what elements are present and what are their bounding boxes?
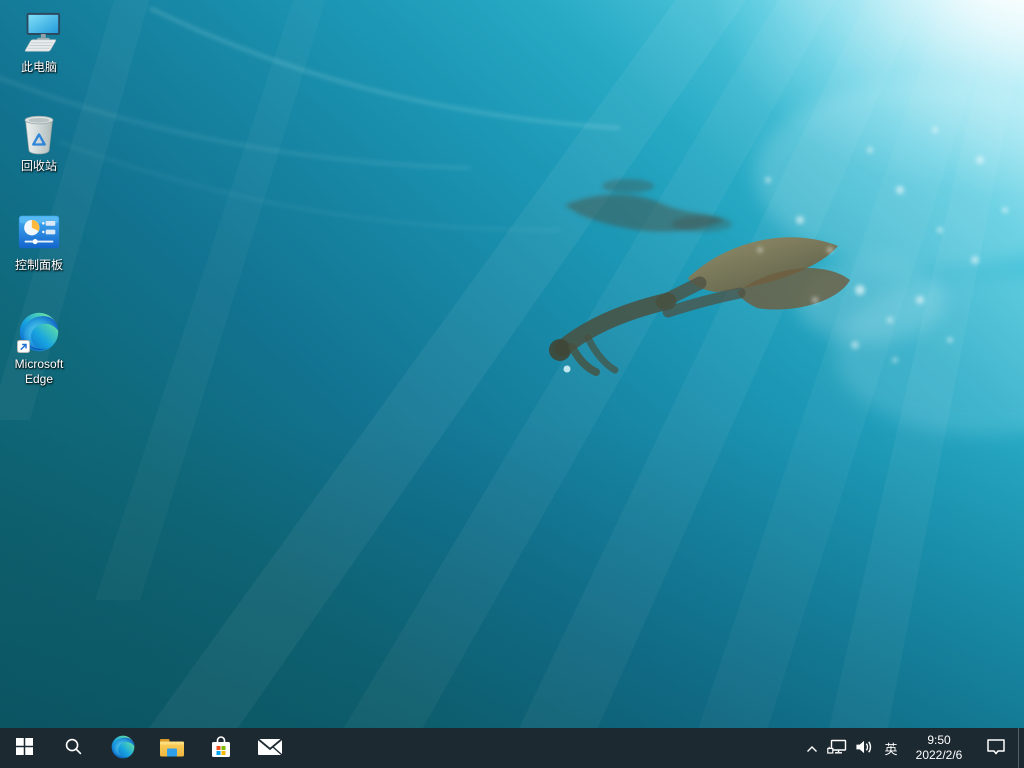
volume-icon [855,739,874,758]
network-icon [827,739,847,758]
mail-envelope-icon [257,737,283,760]
desktop-icon-label: 控制面板 [15,258,63,272]
clock-time: 9:50 [927,733,950,748]
input-language-indicator[interactable]: 英 [878,728,904,768]
desktop-icon-label: 回收站 [21,159,57,173]
system-tray: 英 9:50 2022/2/6 [800,728,1024,768]
search-icon [64,737,83,759]
desktop-icon-label: 此电脑 [21,60,57,74]
wallpaper [0,0,1024,768]
shortcut-arrow-icon [17,340,30,353]
store-button[interactable] [196,728,245,768]
mail-button[interactable] [245,728,294,768]
desktop-icon-microsoft-edge[interactable]: Microsoft Edge [5,305,73,386]
edge-taskbar-button[interactable] [98,728,147,768]
desktop-icon-label: Microsoft Edge [6,357,72,385]
this-pc-icon [16,9,62,57]
chevron-up-icon [806,741,818,756]
edge-icon [16,306,62,354]
control-panel-icon [16,207,62,255]
tray-overflow-button[interactable] [800,728,824,768]
action-center-button[interactable] [974,728,1018,768]
desktop-icon-this-pc[interactable]: 此电脑 [5,8,73,75]
recycle-bin-icon [16,108,62,156]
depth-shading [0,0,1024,768]
windows-logo-icon [16,738,33,758]
desktop-icon-recycle-bin[interactable]: 回收站 [5,107,73,174]
edge-icon [110,734,136,763]
search-button[interactable] [49,728,98,768]
action-center-icon [986,738,1006,759]
folder-icon [159,735,185,761]
clock[interactable]: 9:50 2022/2/6 [904,728,974,768]
clock-date: 2022/2/6 [916,748,963,763]
desktop: 此电脑 回收站 [0,0,1024,768]
start-button[interactable] [0,728,49,768]
desktop-icon-list: 此电脑 回收站 [5,8,73,387]
volume-tray-button[interactable] [850,728,878,768]
show-desktop-button[interactable] [1018,728,1024,768]
desktop-icon-control-panel[interactable]: 控制面板 [5,206,73,273]
network-tray-button[interactable] [824,728,850,768]
taskbar: 英 9:50 2022/2/6 [0,728,1024,768]
file-explorer-button[interactable] [147,728,196,768]
store-bag-icon [209,734,233,763]
